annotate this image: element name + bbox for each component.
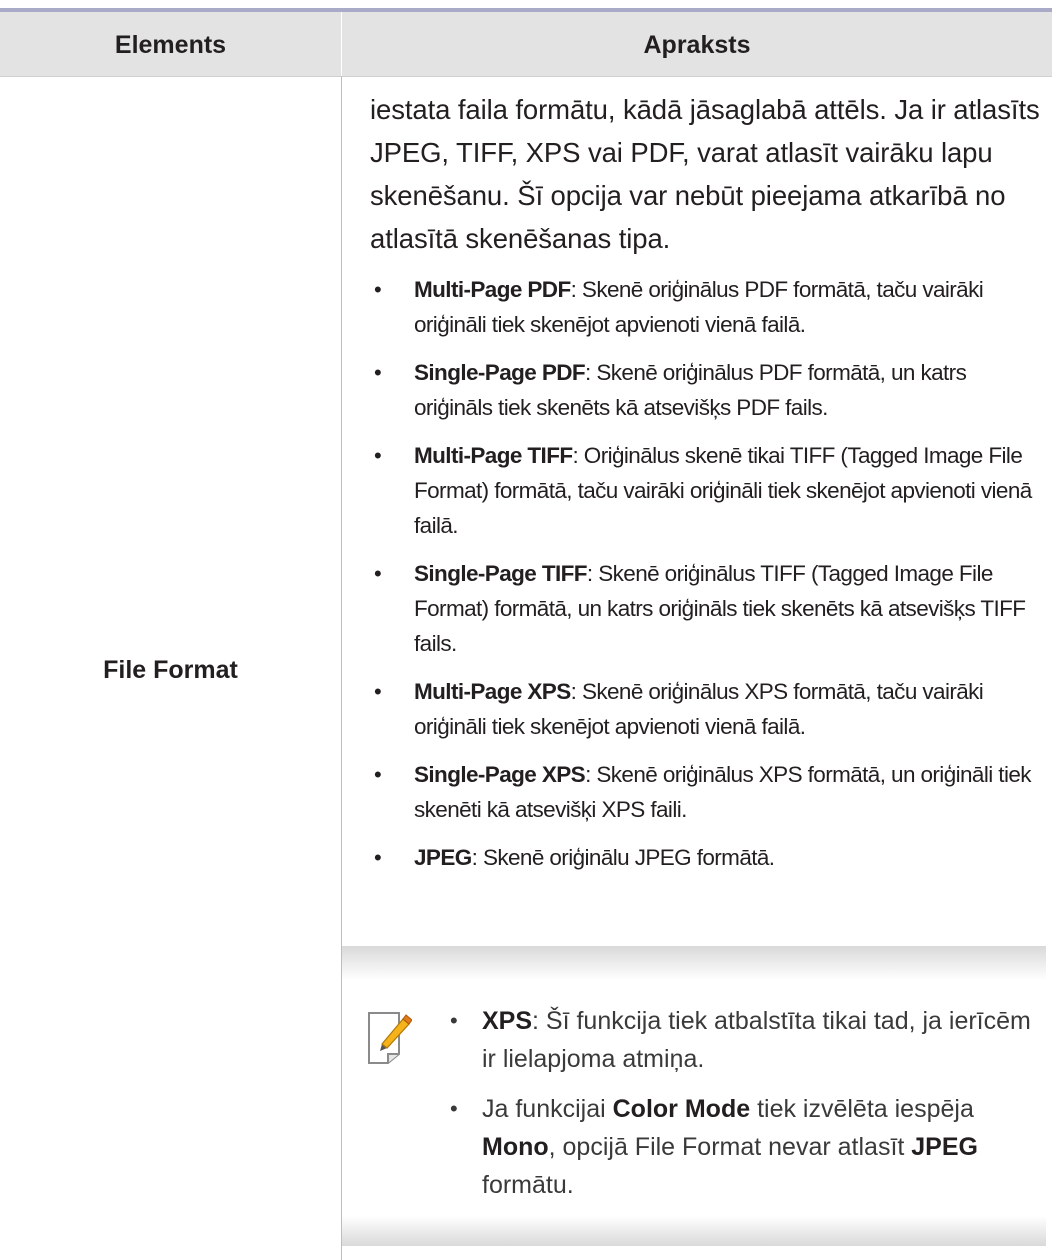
element-name: File Format xyxy=(103,656,238,684)
bullet: • xyxy=(374,360,382,385)
note-text: : Šī funkcija tiek atbalstīta tikai tad,… xyxy=(482,1007,1031,1073)
header-apraksts: Apraksts xyxy=(643,31,751,59)
list-item: • Multi-Page TIFF: Oriģinālus skenē tikai… xyxy=(370,438,1040,543)
bullet: • xyxy=(450,1096,458,1121)
format-options-list: • Multi-Page PDF: Skenē oriģinālus PDF fo… xyxy=(370,272,1040,875)
list-item: • Multi-Page PDF: Skenē oriģinālus PDF fo… xyxy=(370,272,1040,342)
note-text: Ja funkcijai xyxy=(482,1095,613,1123)
bullet: • xyxy=(374,443,382,468)
note-term: JPEG xyxy=(911,1133,978,1161)
list-item: • Multi-Page XPS: Skenē oriģinālus XPS fo… xyxy=(370,674,1040,744)
note-term: Mono xyxy=(482,1133,549,1161)
bullet: • xyxy=(374,845,382,870)
option-term: Single-Page TIFF xyxy=(414,561,588,586)
option-term: Multi-Page XPS xyxy=(414,679,571,704)
parameter-table: Elements Apraksts File Format iestata fa… xyxy=(0,0,1052,1260)
list-item: • Single-Page PDF: Skenē oriģinālus PDF f… xyxy=(370,355,1040,425)
bullet: • xyxy=(374,561,382,586)
header-column-divider xyxy=(341,12,342,76)
note-term: XPS xyxy=(482,1007,533,1035)
list-item: • Ja funkcijai Color Mode tiek izvēlēta i… xyxy=(442,1090,1032,1204)
bullet: • xyxy=(374,277,382,302)
description-cell: iestata faila formātu, kādā jāsaglabā at… xyxy=(370,88,1040,888)
note-text: , opcijā File Format nevar atlasīt xyxy=(548,1133,912,1161)
note-top-shade xyxy=(342,946,1046,980)
header-bottom-rule xyxy=(0,76,1052,77)
note-text: formātu. xyxy=(482,1171,574,1199)
option-term: Single-Page PDF xyxy=(414,360,586,385)
note-text: tiek izvēlēta iespēja xyxy=(750,1095,974,1123)
bullet: • xyxy=(450,1008,458,1033)
option-term: Multi-Page PDF xyxy=(414,277,571,302)
list-item: • Single-Page TIFF: Skenē oriģinālus TIFF… xyxy=(370,556,1040,661)
option-term: Multi-Page TIFF xyxy=(414,443,573,468)
bullet: • xyxy=(374,762,382,787)
list-item: • XPS: Šī funkcija tiek atbalstīta tikai … xyxy=(442,1002,1032,1078)
list-item: • Single-Page XPS: Skenē oriģinālus XPS f… xyxy=(370,757,1040,827)
note-list: • XPS: Šī funkcija tiek atbalstīta tikai … xyxy=(442,1002,1032,1216)
option-term: JPEG xyxy=(414,845,472,870)
option-term: Single-Page XPS xyxy=(414,762,586,787)
note-term: Color Mode xyxy=(612,1095,751,1123)
note-pencil-icon xyxy=(368,1012,412,1064)
bullet: • xyxy=(374,679,382,704)
note-box: • XPS: Šī funkcija tiek atbalstīta tikai … xyxy=(342,946,1046,1246)
option-text: : Skenē oriģinālu JPEG formātā. xyxy=(471,845,775,870)
header-elements: Elements xyxy=(114,31,227,59)
table-header-row: Elements Apraksts xyxy=(0,12,1052,76)
list-item: • JPEG: Skenē oriģinālu JPEG formātā. xyxy=(370,840,1040,875)
description-intro: iestata faila formātu, kādā jāsaglabā at… xyxy=(370,94,1040,254)
note-bottom-shade xyxy=(342,1216,1046,1246)
